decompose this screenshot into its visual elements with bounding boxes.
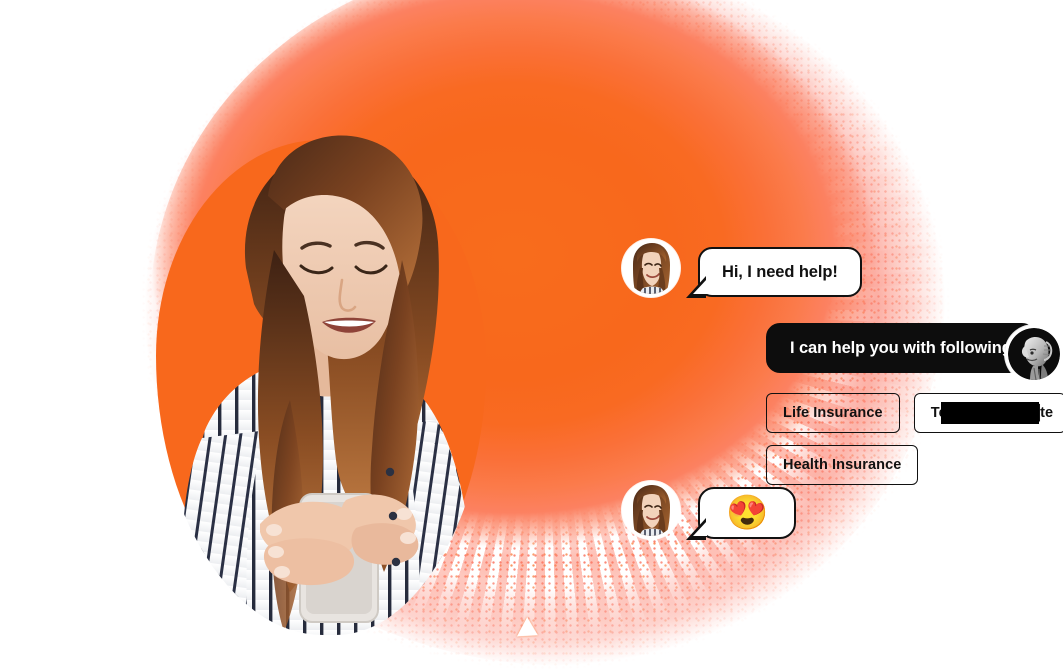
quick-reply-chips: Life Insurance Te█████████te Health Insu… [766,393,1063,497]
person-illustration [150,100,495,635]
chat-bubble-bot-1: I can help you with following [766,323,1047,374]
bot-avatar [1005,325,1063,383]
chip-health-insurance[interactable]: Health Insurance [766,445,919,485]
user-avatar [622,239,680,297]
chat-message-user-1: Hi, I need help! [622,239,862,298]
quick-reply-row-2: Health Insurance [766,445,1063,485]
person-photo [150,100,495,635]
chip-redacted[interactable]: Te█████████te [913,393,1063,433]
chat-message-user-2: 😍 [622,481,797,540]
chat-bubble-emoji: 😍 [685,487,797,540]
play-triangle-icon [516,617,544,645]
bot-avatar-wrap [1005,325,1063,383]
chat-bubble-user-1: Hi, I need help! [686,246,862,298]
quick-reply-row-1: Life Insurance Te█████████te [766,393,1063,433]
chat-conversation: Hi, I need help! I can help you with fol… [600,235,1063,565]
chat-message-bot-1: I can help you with following [766,323,1047,374]
chip-life-insurance[interactable]: Life Insurance [766,393,900,433]
redaction-bar [940,402,1039,424]
user-avatar [622,481,680,539]
hero-illustration: Hi, I need help! I can help you with fol… [0,0,1063,672]
